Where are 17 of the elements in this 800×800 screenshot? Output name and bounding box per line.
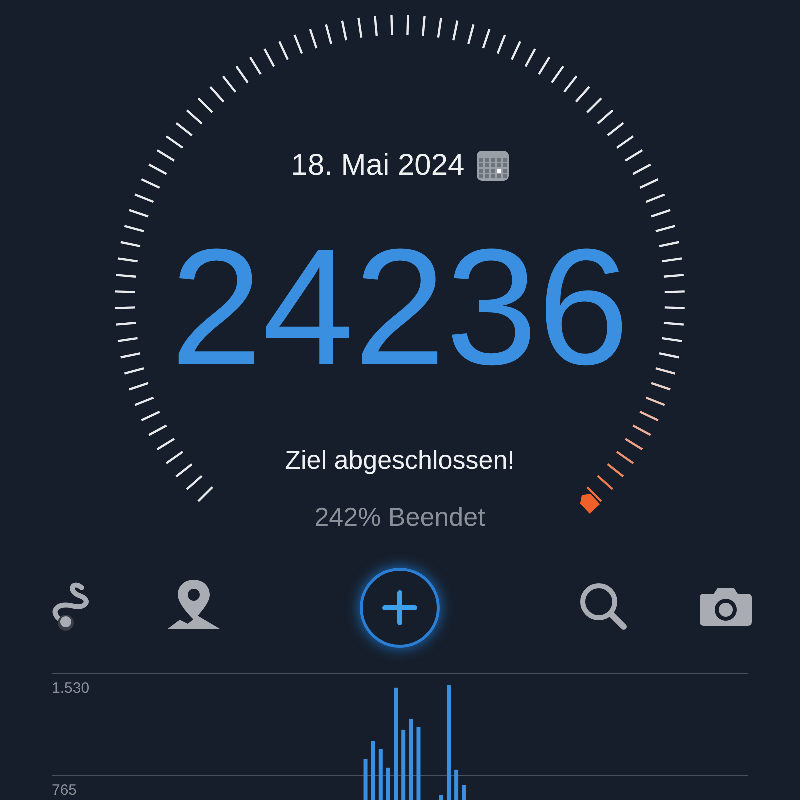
- bar: [386, 768, 390, 800]
- bar: [371, 741, 376, 800]
- bar: [462, 785, 466, 800]
- bar: [364, 759, 368, 800]
- bar: [402, 730, 406, 800]
- bar: [439, 795, 444, 800]
- step-count: 24236: [170, 225, 630, 390]
- calendar-icon[interactable]: [476, 151, 509, 181]
- axis-label: 765: [52, 782, 78, 799]
- progress-text: 242% Beendet: [314, 504, 486, 530]
- bar: [454, 770, 459, 800]
- bar: [378, 749, 383, 800]
- date-label: 18. Mai 2024: [291, 151, 465, 181]
- goal-message: Ziel abgeschlossen!: [285, 447, 515, 473]
- axis-label: 1.530: [52, 680, 90, 697]
- plus-icon[interactable]: [382, 590, 418, 626]
- add-button[interactable]: [360, 568, 440, 648]
